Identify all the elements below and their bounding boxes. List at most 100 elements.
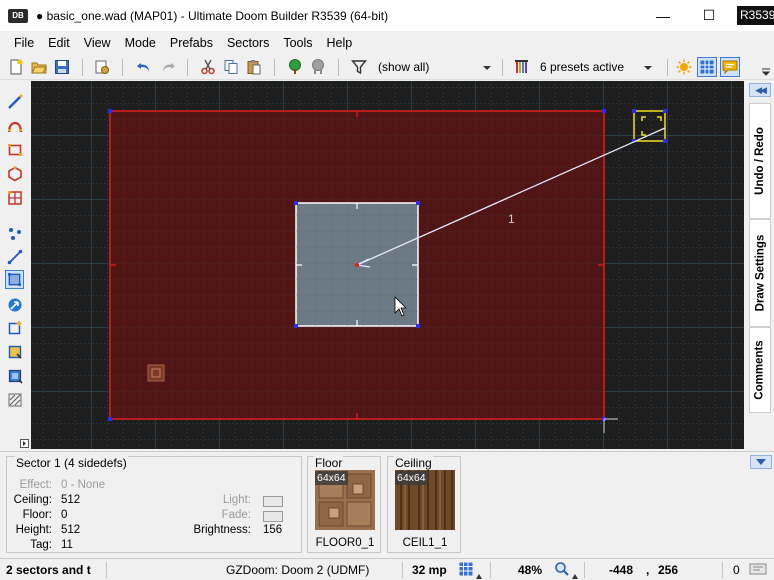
draw-ellipse-icon[interactable] [5, 164, 24, 183]
vertex[interactable] [602, 109, 606, 113]
status-separator [490, 562, 491, 578]
gzdoom-visual-mode-icon[interactable] [5, 366, 24, 385]
main-toolbar: (show all) 6 presets active [0, 55, 774, 80]
vertex[interactable] [294, 201, 298, 205]
height-label: Height: [15, 524, 52, 536]
minimize-button[interactable]: — [640, 0, 686, 31]
brightness-value: 156 [263, 524, 283, 536]
expand-toolbar-icon[interactable] [19, 438, 29, 448]
tab-draw-settings[interactable]: Draw Settings [749, 219, 771, 327]
sound-propagation-icon[interactable] [5, 390, 24, 409]
cursor-x-coordinate: -448 [609, 563, 634, 577]
floor-texture-size: 64x64 [315, 471, 348, 485]
vertex[interactable] [663, 109, 667, 113]
vertex[interactable] [108, 417, 112, 421]
menu-file[interactable]: File [7, 31, 41, 55]
tab-undo-redo[interactable]: Undo / Redo [749, 103, 771, 219]
make-sector-icon[interactable] [5, 318, 24, 337]
grid-icon[interactable] [459, 562, 473, 579]
window-title: ● basic_one.wad (MAP01) - Ultimate Doom … [36, 8, 389, 23]
things-mode-icon[interactable] [5, 295, 24, 314]
menu-tools[interactable]: Tools [276, 31, 319, 55]
toggle-comments-icon[interactable] [720, 57, 740, 77]
map-view[interactable]: 1 [31, 81, 744, 449]
menu-prefabs[interactable]: Prefabs [163, 31, 220, 55]
maximize-button[interactable]: ☐ [686, 0, 732, 31]
insert-previous-prefab-icon[interactable] [309, 58, 327, 76]
menu-help[interactable]: Help [320, 31, 360, 55]
toggle-grid-icon[interactable] [697, 57, 717, 77]
vertex[interactable] [632, 109, 636, 113]
zoom-dropdown-icon[interactable] [572, 568, 578, 580]
map-options-icon[interactable] [93, 58, 111, 76]
thing-icon[interactable] [147, 364, 165, 382]
draw-rectangle-icon[interactable] [5, 140, 24, 159]
sector-info-title: Sector 1 (4 sidedefs) [15, 456, 128, 470]
tab-undo-redo-label: Undo / Redo [754, 127, 766, 195]
full-brightness-icon[interactable] [675, 58, 693, 76]
vertex[interactable] [294, 324, 298, 328]
redo-icon[interactable] [159, 58, 177, 76]
effect-label: Effect: [19, 479, 52, 491]
sector-info-box: Sector 1 (4 sidedefs) Effect: 0 - None C… [6, 456, 302, 553]
view-presets-icon [513, 58, 531, 76]
copy-icon[interactable] [222, 58, 240, 76]
vertex[interactable] [108, 109, 112, 113]
status-bar: 2 sectors and t GZDoom: Doom 2 (UDMF) 32… [0, 558, 774, 580]
menu-mode[interactable]: Mode [118, 31, 163, 55]
ceiling-texture-size: 64x64 [395, 471, 428, 485]
light-label: Light: [222, 494, 251, 506]
menu-view[interactable]: View [77, 31, 118, 55]
menu-sectors[interactable]: Sectors [220, 31, 276, 55]
linedefs-mode-icon[interactable] [5, 247, 24, 266]
docker-collapse-icon[interactable]: ◀◀ [749, 83, 771, 97]
edit-modes-toolbar [0, 81, 31, 451]
vertices-mode-icon[interactable] [5, 224, 24, 243]
game-configuration[interactable]: GZDoom: Doom 2 (UDMF) [226, 563, 369, 577]
brightness-label: Brightness: [193, 524, 251, 536]
ceiling-label: Ceiling: [13, 494, 52, 506]
vertex[interactable] [416, 324, 420, 328]
save-map-icon[interactable] [53, 58, 71, 76]
map-canvas[interactable]: 1 [31, 81, 744, 449]
info-panel: Sector 1 (4 sidedefs) Effect: 0 - None C… [0, 451, 774, 558]
things-filter-dropdown[interactable]: (show all) [378, 57, 496, 77]
visual-mode-icon[interactable] [5, 342, 24, 361]
vertex[interactable] [416, 201, 420, 205]
docker-panel: ◀◀ Undo / Redo Draw Settings Comments [744, 81, 774, 451]
new-map-icon[interactable] [7, 58, 25, 76]
status-separator [106, 562, 107, 578]
toolbar-separator [187, 59, 188, 76]
draw-grid-icon[interactable] [5, 188, 24, 207]
toolbar-overflow-icon[interactable] [760, 61, 772, 79]
menu-edit[interactable]: Edit [41, 31, 77, 55]
draw-lines-icon[interactable] [5, 92, 24, 111]
view-presets-dropdown[interactable]: 6 presets active [540, 57, 658, 77]
floor-texture-box: Floor 64x64 FLOOR0_1 [307, 456, 381, 553]
paste-icon[interactable] [245, 58, 263, 76]
floor-label: Floor: [22, 509, 52, 521]
status-message: 2 sectors and t [6, 563, 91, 577]
ceiling-value: 512 [61, 494, 81, 506]
fade-label: Fade: [221, 509, 251, 521]
title-bar: DB ● basic_one.wad (MAP01) - Ultimate Do… [0, 0, 774, 31]
ceiling-texture-box: Ceiling 64x64 CEIL1_1 [387, 456, 461, 553]
draw-curve-icon[interactable] [5, 116, 24, 135]
sectors-mode-icon[interactable] [5, 270, 24, 289]
app-logo-icon: DB [8, 8, 28, 23]
warnings-icon[interactable] [749, 562, 767, 579]
insert-prefab-icon[interactable] [286, 58, 304, 76]
undo-icon[interactable] [135, 58, 153, 76]
coordinate-separator: , [646, 563, 650, 577]
zoom-icon[interactable] [554, 561, 570, 580]
vertex[interactable] [663, 139, 667, 143]
toolbar-separator [274, 59, 275, 76]
grid-dropdown-icon[interactable] [476, 568, 482, 580]
cut-icon[interactable] [199, 58, 217, 76]
tab-comments[interactable]: Comments [749, 327, 771, 413]
open-map-icon[interactable] [30, 58, 48, 76]
toolbar-separator [122, 59, 123, 76]
status-separator [722, 562, 723, 578]
toolbar-separator [667, 59, 668, 76]
info-panel-collapse-icon[interactable] [750, 455, 772, 469]
